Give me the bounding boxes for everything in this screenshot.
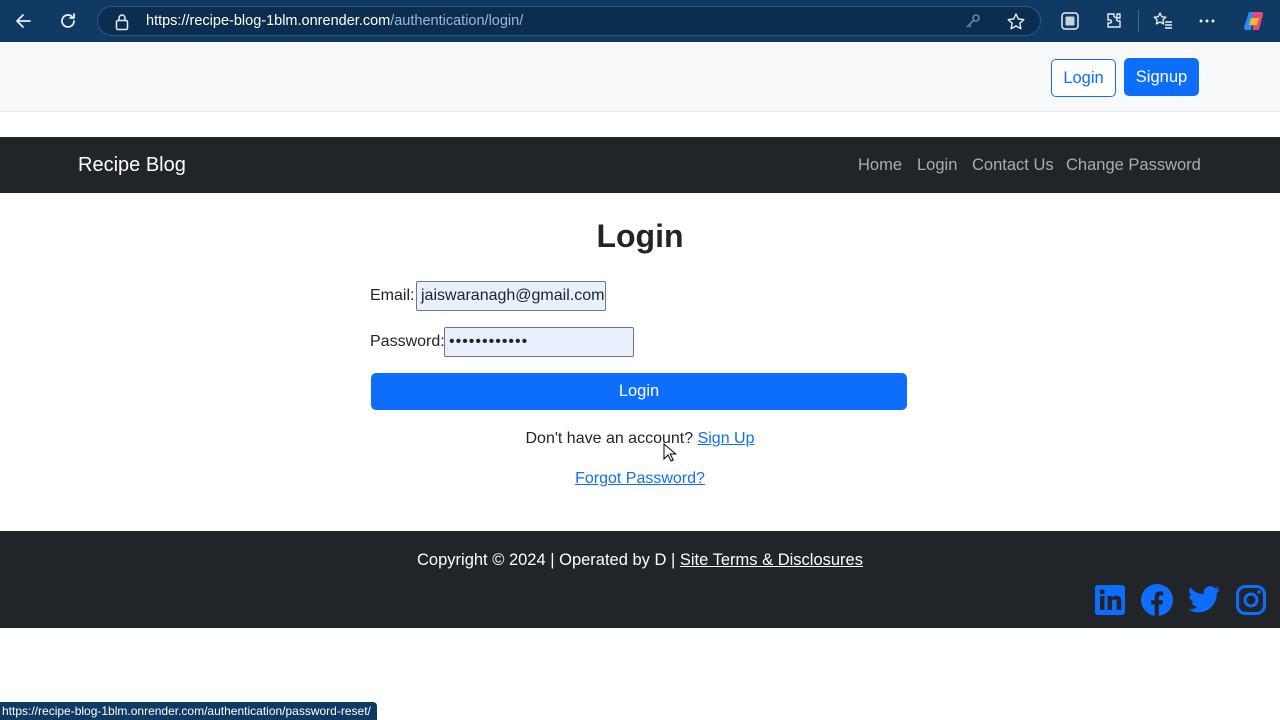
- nav-link-contact-us[interactable]: Contact Us: [972, 156, 1054, 175]
- nav-link-home[interactable]: Home: [858, 156, 902, 175]
- screenshot-icon[interactable]: [1058, 9, 1082, 33]
- forgot-password-row: Forgot Password?: [0, 470, 1280, 488]
- copyright-text: Copyright © 2024 | Operated by D |: [417, 551, 676, 569]
- password-label: Password:: [370, 333, 445, 350]
- forgot-password-link[interactable]: Forgot Password?: [575, 470, 705, 487]
- copilot-icon[interactable]: [1242, 9, 1266, 33]
- nav-link-change-password[interactable]: Change Password: [1066, 156, 1201, 175]
- star-icon[interactable]: [1006, 12, 1026, 37]
- lock-icon[interactable]: [114, 13, 130, 36]
- mouse-cursor-icon: [663, 442, 678, 468]
- site-terms-link[interactable]: Site Terms & Disclosures: [680, 551, 863, 569]
- signup-prompt: Don't have an account? Sign Up: [0, 430, 1280, 448]
- top-login-button[interactable]: Login: [1051, 59, 1116, 97]
- facebook-icon[interactable]: [1140, 583, 1174, 617]
- twitter-icon[interactable]: [1187, 583, 1221, 617]
- url-path: /authentication/login/: [390, 13, 524, 29]
- page-title: Login: [596, 218, 684, 254]
- url-text: https://recipe-blog-1blm.onrender.com/au…: [146, 13, 523, 29]
- nav-link-login[interactable]: Login: [917, 156, 957, 175]
- extensions-icon[interactable]: [1102, 9, 1126, 33]
- top-signup-button[interactable]: Signup: [1124, 58, 1199, 96]
- toolbar-separator: [1138, 10, 1139, 32]
- address-bar[interactable]: https://recipe-blog-1blm.onrender.com/au…: [97, 6, 1041, 36]
- favorites-icon[interactable]: [1151, 9, 1175, 33]
- key-icon[interactable]: [964, 12, 982, 35]
- email-label: Email:: [370, 287, 415, 304]
- site-footer: Copyright © 2024 | Operated by D | Site …: [0, 531, 1280, 628]
- signup-link[interactable]: Sign Up: [698, 430, 755, 447]
- url-host: https://recipe-blog-1blm.onrender.com: [146, 13, 391, 29]
- footer-copyright: Copyright © 2024 | Operated by D | Site …: [0, 551, 1280, 570]
- instagram-icon[interactable]: [1234, 583, 1268, 617]
- status-bar-url: https://recipe-blog-1blm.onrender.com/au…: [0, 702, 377, 720]
- login-submit-button[interactable]: Login: [371, 373, 907, 410]
- more-icon[interactable]: [1195, 9, 1219, 33]
- top-auth-bar: Login Signup: [0, 42, 1280, 112]
- browser-toolbar: https://recipe-blog-1blm.onrender.com/au…: [0, 0, 1280, 42]
- linkedin-icon[interactable]: [1093, 583, 1127, 617]
- brand-logo-text[interactable]: Recipe Blog: [78, 154, 186, 177]
- back-arrow-icon[interactable]: [12, 9, 36, 33]
- main-navbar: Recipe Blog Home Login Contact Us Change…: [0, 137, 1280, 193]
- password-field[interactable]: ••••••••••••: [444, 327, 634, 357]
- reload-icon[interactable]: [56, 9, 80, 33]
- email-field[interactable]: jaiswaranagh@gmail.com: [416, 281, 606, 311]
